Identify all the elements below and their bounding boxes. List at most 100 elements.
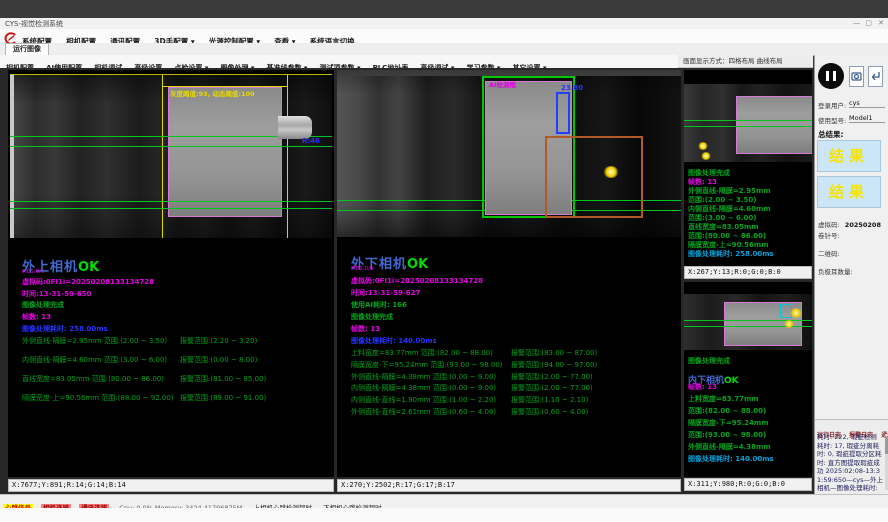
cost-line: 图像处理耗时: 258.00ms xyxy=(22,324,108,334)
virtual-code-line: 虚拟码:0FI1i=20250208133134728 xyxy=(351,276,483,286)
virtual-code-value: 20250208 xyxy=(845,221,881,229)
camera-panel-inner-bottom: 图像处理完成 内下相机OK 帧数: 13 上料宽度=83.77mm 范围:(82… xyxy=(684,282,812,477)
time-line: 时间:13-31-59-650 xyxy=(22,289,91,299)
close-button[interactable]: ✕ xyxy=(878,19,884,27)
measure-value: 隔膜宽度-下=95.24mm 范围:(93.00 ~ 98.00) xyxy=(351,360,503,370)
camera-status-ok: OK xyxy=(78,260,99,275)
status-bar: 心跳信号 相机连接 通讯连接 Cpu: 0.0% Memory: 3424.41… xyxy=(0,494,888,509)
measure-line: 范围:(82.00 ~ 88.00) xyxy=(688,406,810,416)
top-dark-strip xyxy=(0,0,888,18)
bright-edge xyxy=(10,75,14,238)
measure-value: 外侧直线-隔膜=2.95mm 范围:(2.00 ~ 3.50) xyxy=(22,336,174,346)
toolbar: 相机配置 AI使用配置 相机调试 高级设置 点检设置 ▾ 图像处理 ▾ 基准线参… xyxy=(0,55,678,69)
cost-line: 图像处理耗时: 258.00ms xyxy=(688,249,810,259)
export-button[interactable] xyxy=(868,66,883,87)
alarm-range: 报警范围:(83.00 ~ 87.00) xyxy=(511,348,597,358)
measure-line: 范围:(93.00 ~ 98.00) xyxy=(688,430,810,440)
roi-box-orange xyxy=(545,136,643,218)
qr-code-label: 二维码: xyxy=(818,248,840,258)
baseline-1 xyxy=(684,120,812,121)
frame-line: 帧数: 13 xyxy=(688,382,810,392)
login-user-label: 登录用户: xyxy=(818,100,846,110)
winding-pin-label: 卷针号: xyxy=(818,230,840,240)
coord-bar-outer-bottom: X:270;Y:2502;R:17;G:17;B:17 xyxy=(337,479,681,492)
top-measure-line xyxy=(162,86,288,87)
model-field[interactable]: Model1 xyxy=(849,114,885,123)
baseline-2 xyxy=(684,126,812,127)
measure-value: 外侧直线-隔膜=4.38mm 范围:(0.00 ~ 9.00) xyxy=(351,372,503,382)
measure-value: 内侧直线-隔膜=4.60mm 范围:(3.00 ~ 6.00) xyxy=(22,355,174,365)
glare-spot xyxy=(784,320,794,328)
frame-line: 帧数: 13 xyxy=(22,312,51,322)
camera-status-ok: OK xyxy=(407,257,428,272)
ai-cost-line: 使用AI耗时: 166 xyxy=(351,300,407,310)
virtual-code-line: 虚拟码:0FI1i=20250208133134728 xyxy=(22,277,154,287)
alarm-range: 报警范围:(2.00 ~ 77.00) xyxy=(511,372,593,382)
camera-panel-outer-bottom: AI检测框 23.80 外下相机OK MES:0/0 虚拟码:0FI1i=202… xyxy=(337,70,681,477)
camera-image-inner-bottom[interactable] xyxy=(684,294,812,350)
total-result-label: 总结果: xyxy=(818,129,844,140)
view-mode-bar[interactable]: 画面显示方式：四格布局 曲线布局 xyxy=(678,55,813,68)
mes-flag-text: MES:0/0 xyxy=(22,269,44,275)
marker-value-text: R:46 xyxy=(302,137,320,145)
time-line: 时间:13-31-59-627 xyxy=(351,288,420,298)
tab-measure-value: 23.80 xyxy=(561,84,583,92)
minimize-button[interactable]: — xyxy=(853,19,860,27)
login-user-field[interactable]: cys xyxy=(849,99,885,108)
measure-value: 隔膜宽度-上=90.56mm 范围:(88.00 ~ 92.00) xyxy=(22,393,174,403)
pause-button[interactable] xyxy=(818,63,844,89)
log-section: 运行日志 报警日志 通讯日志 耗时: 222, 瑕疵检测耗时: 17, 瑕疵分离… xyxy=(815,419,888,495)
coord-bar-outer-top: X:7677;Y:891;R:14;G:14;B:14 xyxy=(8,479,334,492)
snapshot-button[interactable] xyxy=(849,66,864,87)
camera-panel-outer-top: 灰度阈值:93, 动态阈值:100 R:46 外上相机OK MES:0/0 虚拟… xyxy=(8,70,334,477)
threshold-overlay-text: 灰度阈值:93, 动态阈值:100 xyxy=(170,88,255,98)
camera-image-inner-top[interactable] xyxy=(684,84,812,162)
pause-icon xyxy=(833,71,836,81)
camera-icon xyxy=(850,71,863,90)
measure-value: 直线宽度=83.05mm 范围:(80.00 ~ 86.00) xyxy=(22,374,174,384)
camera-image-outer-top[interactable]: 灰度阈值:93, 动态阈值:100 R:46 xyxy=(10,74,332,238)
camera-panel-inner-top: 图像处理完成 帧数: 13 外侧直线-隔膜=2.95mm 范围:(2.00 ~ … xyxy=(684,70,812,266)
done-line: 图像处理完成 xyxy=(351,312,393,322)
control-panel: 登录用户: cys 使用型号: Model1 总结果: 结果 结果 虚拟码: 2… xyxy=(814,55,888,494)
model-label: 使用型号: xyxy=(818,115,846,125)
menu-bar: 系统配置 相机配置 通讯配置 3D手配置 ▾ 光源控制配置 ▾ 查看 ▾ 系统语… xyxy=(0,29,888,43)
alarm-range: 报警范围:(0.60 ~ 4.00) xyxy=(511,407,588,417)
baseline-2 xyxy=(10,146,332,147)
virtual-code-label: 虚拟码: xyxy=(818,221,840,229)
alarm-range: 报警范围:(1.10 ~ 2.10) xyxy=(511,395,588,405)
glare-spot xyxy=(701,152,711,160)
result-indicator-bottom: 结果 xyxy=(817,176,881,208)
camera-image-outer-bottom[interactable]: AI检测框 23.80 xyxy=(337,70,681,237)
alarm-range: 报警范围:(2.20 ~ 3.20) xyxy=(180,336,257,346)
alarm-range: 报警范围:(81.00 ~ 85.00) xyxy=(180,374,266,384)
frame-line: 帧数: 13 xyxy=(351,324,380,334)
status-line: 图像处理完成 xyxy=(688,356,810,366)
negative-tab-count-label: 负极耳数量: xyxy=(818,266,853,276)
measure-value: 外侧直线-直线=2.61mm 范围:(0.60 ~ 4.00) xyxy=(351,407,503,417)
virtual-code-row: 虚拟码: 20250208 xyxy=(818,212,881,231)
coord-bar-inner-top: X:267;Y:13;R:0;G:0;B:0 xyxy=(684,266,812,279)
alarm-range: 报警范围:(2.00 ~ 77.00) xyxy=(511,383,593,393)
cost-line: 图像处理耗时: 140.00ms xyxy=(688,454,810,464)
baseline-3 xyxy=(10,201,332,202)
done-line: 图像处理完成 xyxy=(22,300,64,310)
measure-line: 上料宽度=83.77mm xyxy=(688,394,810,404)
maximize-button[interactable]: ▢ xyxy=(865,19,872,27)
glare-spot xyxy=(790,308,802,318)
result-indicator-top: 结果 xyxy=(817,140,881,172)
alarm-range: 报警范围:(94.00 ~ 97.00) xyxy=(511,360,597,370)
tab-detect-box xyxy=(556,92,570,134)
tab-run-image[interactable]: 运行图像 xyxy=(5,43,49,55)
window-title: CYS-视觉检测系统 xyxy=(5,19,63,29)
cost-line: 图像处理耗时: 140.00ms xyxy=(351,336,437,346)
battery-cell-region xyxy=(168,87,282,217)
glare-spot xyxy=(698,142,708,150)
measure-line: 外侧直线-隔膜=4.38mm xyxy=(688,442,810,452)
baseline-4 xyxy=(10,208,332,209)
alarm-range: 报警范围:(0.00 ~ 8.00) xyxy=(180,355,257,365)
measure-line-left xyxy=(162,75,163,238)
pause-icon xyxy=(826,71,829,81)
battery-cell-region xyxy=(736,96,812,154)
log-text[interactable]: 耗时: 222, 瑕疵检测耗时: 17, 瑕疵分离耗时: 0, 瑕疵提取分区耗时… xyxy=(817,433,883,491)
